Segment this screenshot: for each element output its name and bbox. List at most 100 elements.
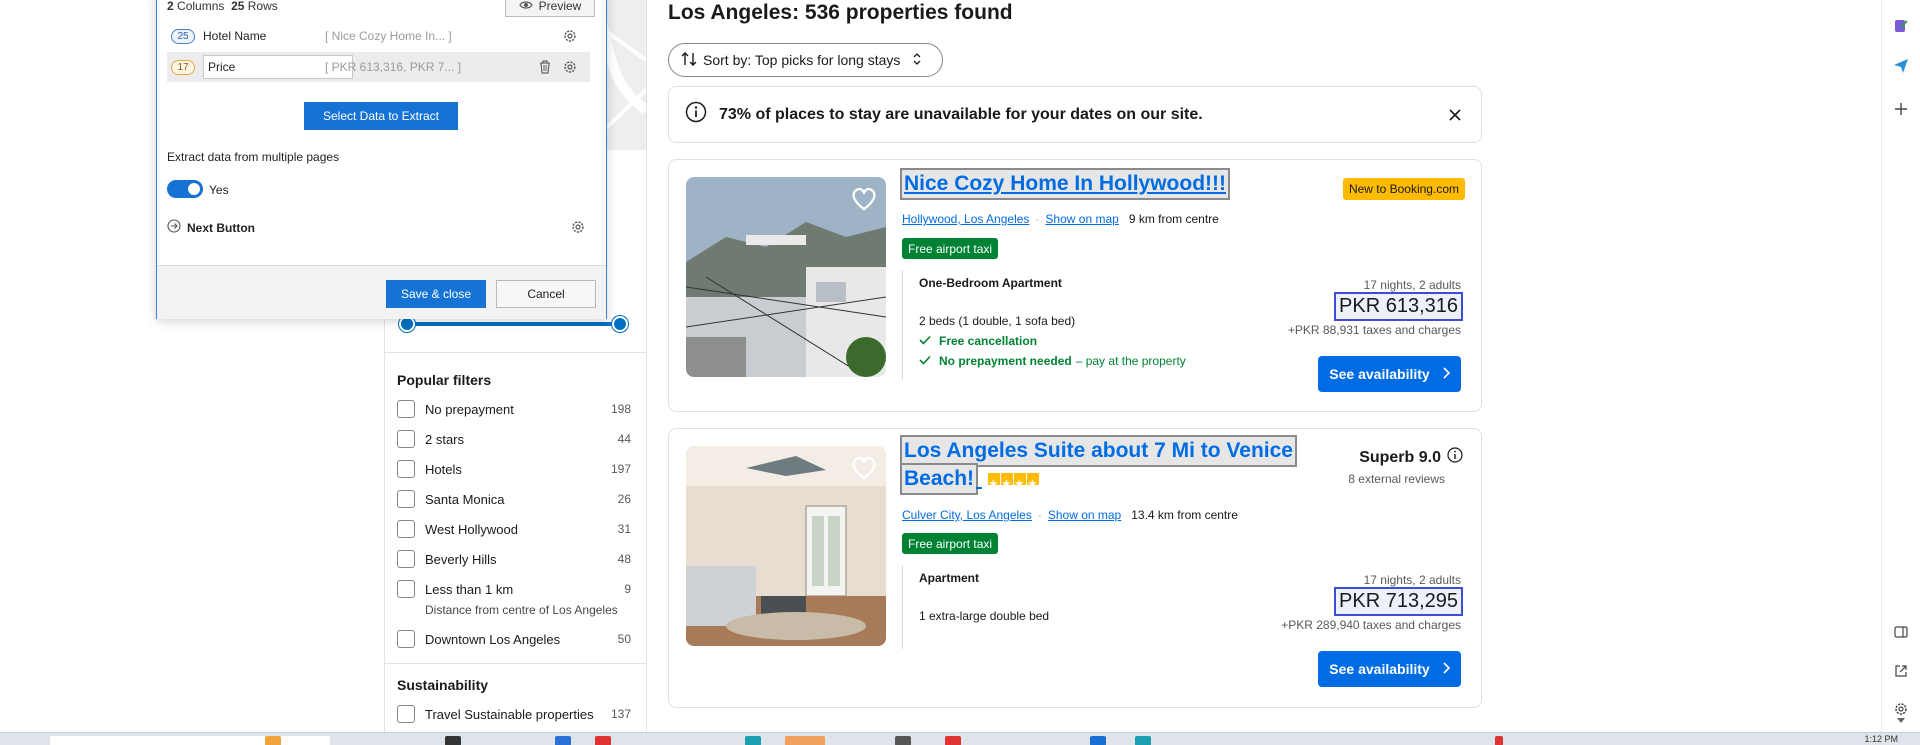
external-link-icon[interactable] — [1892, 662, 1910, 680]
stay-info: 17 nights, 2 adults — [1363, 278, 1461, 292]
property-card: Nice Cozy Home In Hollywood!!! New to Bo… — [668, 159, 1482, 412]
close-icon[interactable] — [1445, 105, 1465, 125]
column-row-price[interactable]: 17 [ PKR 613,316, PKR 7... ] — [167, 52, 590, 82]
columns-label: Columns — [177, 0, 225, 13]
location-link[interactable]: Hollywood, Los Angeles — [902, 212, 1029, 226]
room-beds: 2 beds (1 double, 1 sofa bed) — [919, 314, 1076, 328]
taskbar-app-icon[interactable] — [785, 736, 825, 745]
show-on-map-link[interactable]: Show on map — [1045, 212, 1118, 226]
column-sample: [ PKR 613,316, PKR 7... ] — [325, 60, 462, 74]
star-icon — [1026, 471, 1039, 499]
location-link[interactable]: Culver City, Los Angeles — [902, 508, 1032, 522]
checkbox[interactable] — [397, 460, 415, 478]
plus-icon[interactable] — [1892, 100, 1910, 118]
dialog-footer: Save & close Cancel — [157, 265, 606, 319]
filter-no-prepayment[interactable]: No prepayment 198 — [397, 398, 631, 420]
heart-icon[interactable] — [850, 185, 878, 213]
budget-slider-track[interactable] — [407, 322, 621, 326]
star-rating — [987, 471, 1039, 499]
property-photo[interactable] — [686, 177, 886, 377]
gear-icon[interactable] — [569, 218, 587, 236]
taskbar-app-icon[interactable] — [1090, 736, 1106, 745]
filter-less-than-1km[interactable]: Less than 1 km 9 — [397, 578, 631, 600]
save-close-button[interactable]: Save & close — [386, 280, 486, 308]
taskbar-app-icon[interactable] — [945, 736, 961, 745]
column-row-hotel-name[interactable]: 25 Hotel Name [ Nice Cozy Home In... ] — [167, 21, 590, 51]
stay-info: 17 nights, 2 adults — [1363, 573, 1461, 587]
checkbox[interactable] — [397, 520, 415, 538]
filter-2-stars[interactable]: 2 stars 44 — [397, 428, 631, 450]
room-beds: 1 extra-large double bed — [919, 609, 1050, 623]
taskbar-search-box[interactable] — [50, 736, 330, 745]
taskbar-app-icon[interactable] — [555, 736, 571, 745]
see-availability-button[interactable]: See availability — [1318, 651, 1461, 687]
sort-dropdown[interactable]: Sort by: Top picks for long stays — [668, 43, 943, 77]
preview-button[interactable]: Preview — [505, 0, 595, 17]
free-cancellation: Free cancellation — [919, 334, 1186, 348]
filter-divider — [384, 352, 647, 353]
review-score[interactable]: Superb 9.0 8 external reviews — [1348, 447, 1463, 486]
checkbox[interactable] — [397, 580, 415, 598]
gear-icon[interactable] — [561, 58, 579, 76]
split-panel-icon[interactable] — [1892, 623, 1910, 641]
heart-icon[interactable] — [850, 454, 878, 482]
perk-text: Free cancellation — [939, 334, 1038, 348]
filter-label: No prepayment — [425, 401, 514, 417]
sustainability-heading: Sustainability — [397, 677, 489, 693]
taskbar-app-icon[interactable] — [1135, 736, 1151, 745]
taskbar-app-icon[interactable] — [1495, 736, 1503, 745]
taskbar-app-icon[interactable] — [445, 736, 461, 745]
budget-slider-max-handle[interactable] — [612, 316, 628, 332]
taskbar-clock[interactable]: 1:12 PM — [1864, 734, 1898, 744]
filter-hotels[interactable]: Hotels 197 — [397, 458, 631, 480]
filter-west-hollywood[interactable]: West Hollywood 31 — [397, 518, 631, 540]
trash-icon[interactable] — [536, 58, 554, 76]
new-badge: New to Booking.com — [1342, 178, 1465, 200]
filter-beverly-hills[interactable]: Beverly Hills 48 — [397, 548, 631, 570]
see-availability-button[interactable]: See availability — [1318, 356, 1461, 392]
show-on-map-link[interactable]: Show on map — [1048, 508, 1121, 522]
taskbar-app-icon[interactable] — [895, 736, 911, 745]
filter-santa-monica[interactable]: Santa Monica 26 — [397, 488, 631, 510]
checkbox[interactable] — [397, 400, 415, 418]
checkbox[interactable] — [397, 705, 415, 723]
send-icon[interactable] — [1892, 57, 1910, 75]
check-icon — [919, 354, 931, 368]
free-taxi-badge: Free airport taxi — [902, 238, 999, 259]
taskbar-app-icon[interactable] — [745, 736, 761, 745]
filter-downtown-la[interactable]: Downtown Los Angeles 50 — [397, 628, 631, 650]
filter-count: 137 — [610, 707, 631, 721]
checkbox[interactable] — [397, 430, 415, 448]
property-title[interactable]: Los Angeles Suite about 7 Mi to Venice B… — [899, 435, 1297, 499]
filter-travel-sustainable[interactable]: Travel Sustainable properties 137 — [397, 703, 631, 725]
property-title[interactable]: Nice Cozy Home In Hollywood!!! — [899, 168, 1231, 200]
select-data-button[interactable]: Select Data to Extract — [304, 102, 458, 130]
sort-arrows-icon — [681, 51, 697, 69]
copilot-icon[interactable] — [1892, 17, 1910, 35]
taskbar: 1:12 PM — [0, 732, 1920, 745]
checkbox[interactable] — [397, 630, 415, 648]
taskbar-app-icon[interactable] — [265, 736, 281, 745]
chevron-right-icon — [1442, 661, 1450, 677]
checkbox[interactable] — [397, 550, 415, 568]
filter-label: Less than 1 km — [425, 581, 514, 597]
arrow-right-circle-icon — [167, 219, 181, 236]
multi-page-toggle[interactable] — [167, 180, 203, 198]
filter-label: 2 stars — [425, 431, 465, 447]
filter-label: Santa Monica — [425, 491, 505, 507]
filter-label: Beverly Hills — [425, 551, 497, 567]
button-label: See availability — [1329, 366, 1430, 382]
gear-icon[interactable] — [561, 27, 579, 45]
column-sample: [ Nice Cozy Home In... ] — [325, 29, 452, 43]
checkbox[interactable] — [397, 490, 415, 508]
scroll-down-icon[interactable] — [1892, 712, 1910, 730]
cancel-button[interactable]: Cancel — [496, 280, 596, 308]
filter-count: 198 — [610, 402, 631, 416]
info-icon — [685, 101, 707, 128]
taskbar-app-icon[interactable] — [595, 736, 611, 745]
property-photo[interactable] — [686, 446, 886, 646]
next-button-row[interactable]: Next Button — [167, 219, 255, 236]
property-location: Culver City, Los Angeles · Show on map 1… — [902, 508, 1238, 522]
eye-icon — [518, 0, 533, 13]
column-name[interactable]: Hotel Name — [203, 29, 323, 43]
